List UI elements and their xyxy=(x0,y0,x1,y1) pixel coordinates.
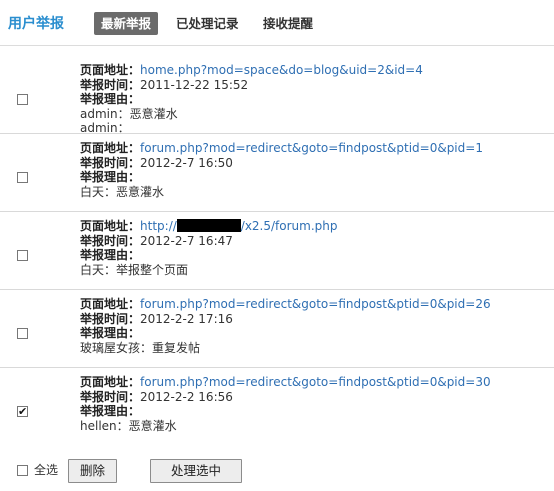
report-checkbox[interactable] xyxy=(17,94,28,105)
time-label: 举报时间： xyxy=(80,311,141,326)
footer-actions: 全选 删除 处理选中 xyxy=(0,456,554,486)
report-time: 2012-2-7 16:50 xyxy=(140,155,233,170)
reason-label: 举报理由： xyxy=(80,404,141,418)
reason-label: 举报理由： xyxy=(80,92,141,106)
url-label: 页面地址： xyxy=(80,297,141,311)
process-selected-button[interactable]: 处理选中 xyxy=(150,459,242,483)
time-label: 举报时间： xyxy=(80,389,141,404)
url-label: 页面地址： xyxy=(80,375,141,389)
report-url-link[interactable]: home.php?mod=space&do=blog&uid=2&id=4 xyxy=(140,63,423,77)
tab-processed-records[interactable]: 已处理记录 xyxy=(176,12,239,35)
page-title: 用户举报 xyxy=(8,16,64,32)
reason-label: 举报理由： xyxy=(80,248,141,262)
report-time: 2011-12-22 15:52 xyxy=(140,77,249,92)
url-label: 页面地址： xyxy=(80,219,141,233)
redacted-block xyxy=(176,219,241,232)
time-label: 举报时间： xyxy=(80,233,141,248)
reason-label: 举报理由： xyxy=(80,326,141,340)
report-reason: 白天：举报整个页面 xyxy=(80,262,189,277)
tab-latest-reports[interactable]: 最新举报 xyxy=(94,12,159,35)
report-checkbox[interactable] xyxy=(17,172,28,183)
report-url-link[interactable]: http:// /x2.5/forum.php xyxy=(140,219,338,233)
delete-button[interactable]: 删除 xyxy=(68,459,117,483)
report-reason: 白天：恶意灌水 xyxy=(80,184,165,199)
report-reason: hellen：恶意灌水 xyxy=(80,418,177,433)
header: 用户举报 最新举报 已处理记录 接收提醒 xyxy=(0,0,554,46)
url-label: 页面地址： xyxy=(80,141,141,155)
select-all-label: 全选 xyxy=(34,463,59,477)
report-details: 页面地址：forum.php?mod=redirect&goto=findpos… xyxy=(80,297,491,355)
report-row: 页面地址：home.php?mod=space&do=blog&uid=2&id… xyxy=(0,56,554,136)
report-time: 2012-2-7 16:47 xyxy=(140,233,233,248)
report-time: 2012-2-2 16:56 xyxy=(140,389,233,404)
url-prefix: http:// xyxy=(140,219,177,233)
report-details: 页面地址：forum.php?mod=redirect&goto=findpos… xyxy=(80,375,491,433)
report-url-link[interactable]: forum.php?mod=redirect&goto=findpost&pti… xyxy=(140,375,491,389)
report-row: 页面地址：forum.php?mod=redirect&goto=findpos… xyxy=(0,290,554,368)
report-url-link[interactable]: forum.php?mod=redirect&goto=findpost&pti… xyxy=(140,297,491,311)
report-row: ✔ 页面地址：forum.php?mod=redirect&goto=findp… xyxy=(0,368,554,446)
url-label: 页面地址： xyxy=(80,63,141,77)
report-details: 页面地址：forum.php?mod=redirect&goto=findpos… xyxy=(80,141,483,199)
report-checkbox[interactable] xyxy=(17,250,28,261)
report-time: 2012-2-2 17:16 xyxy=(140,311,233,326)
url-suffix: /x2.5/forum.php xyxy=(240,219,338,233)
time-label: 举报时间： xyxy=(80,77,141,92)
report-details: 页面地址：home.php?mod=space&do=blog&uid=2&id… xyxy=(80,63,423,136)
checkmark-icon: ✔ xyxy=(18,405,28,418)
report-reason: 玻璃屋女孩：重复发帖 xyxy=(80,340,201,355)
reason-label: 举报理由： xyxy=(80,170,141,184)
report-checkbox[interactable] xyxy=(17,328,28,339)
time-label: 举报时间： xyxy=(80,155,141,170)
report-panel: 用户举报 最新举报 已处理记录 接收提醒 页面地址：home.php?mod=s… xyxy=(0,0,554,491)
tab-receive-alerts[interactable]: 接收提醒 xyxy=(263,12,313,35)
report-row: 页面地址：http:// /x2.5/forum.php 举报时间：2012-2-… xyxy=(0,212,554,290)
report-reason: admin：恶意灌水 xyxy=(80,106,178,121)
report-details: 页面地址：http:// /x2.5/forum.php 举报时间：2012-2-… xyxy=(80,219,338,277)
report-list: 页面地址：home.php?mod=space&do=blog&uid=2&id… xyxy=(0,56,554,446)
select-all-checkbox[interactable] xyxy=(17,465,28,476)
report-row: 页面地址：forum.php?mod=redirect&goto=findpos… xyxy=(0,134,554,212)
report-checkbox[interactable]: ✔ xyxy=(17,406,28,417)
report-url-link[interactable]: forum.php?mod=redirect&goto=findpost&pti… xyxy=(140,141,483,155)
